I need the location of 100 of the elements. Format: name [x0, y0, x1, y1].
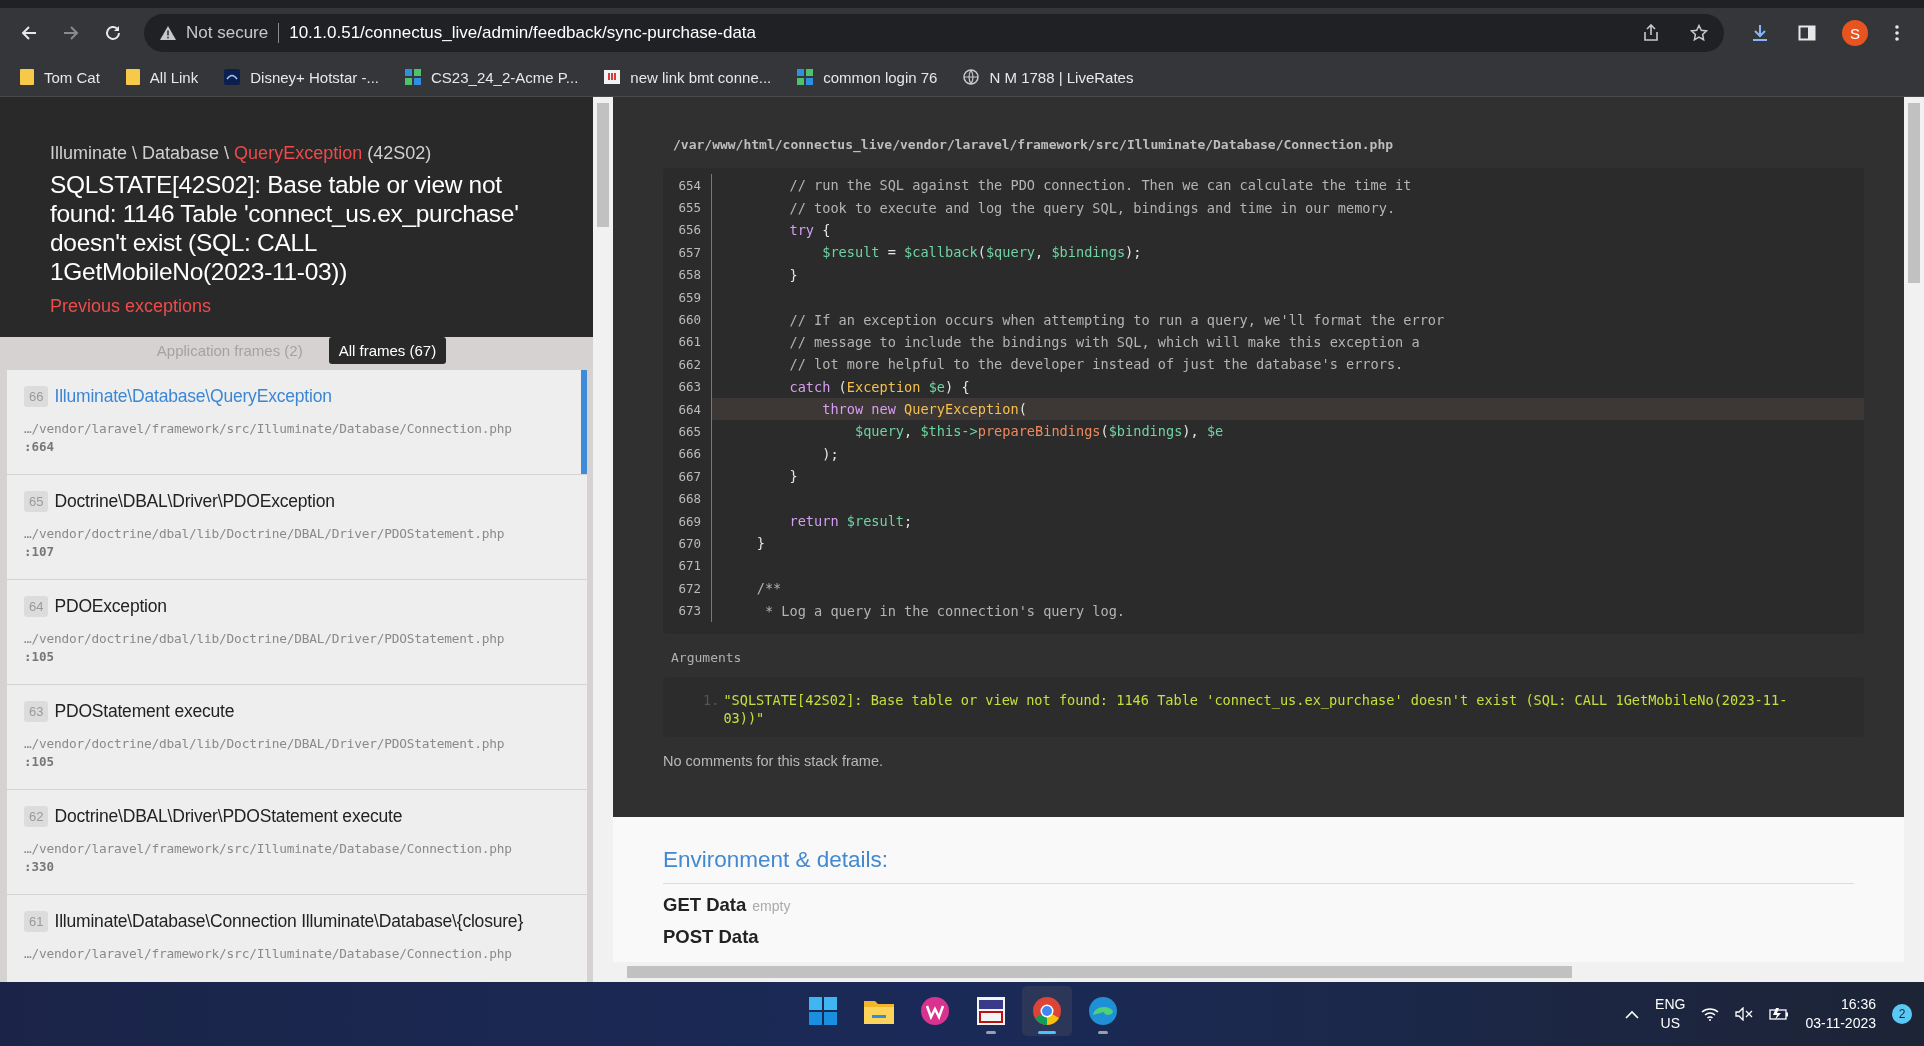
data-heading: GET Data — [663, 894, 747, 916]
share-icon[interactable] — [1642, 24, 1660, 42]
address-bar[interactable]: Not secure 10.1.0.51/connectus_live/admin/feedback/sync-purchase-data — [144, 14, 1724, 52]
frame-number: 66 — [24, 386, 49, 407]
download-icon[interactable] — [1750, 23, 1770, 43]
code-line: // took to execute and log the query SQL, bindings and time in our memory. — [788, 198, 1397, 218]
url-text: 10.1.0.51/connectus_live/admin/feedback/sync-purchase-data — [289, 23, 757, 43]
monitor-icon — [977, 997, 1005, 1025]
line-number: 656 — [663, 218, 712, 242]
bookmark[interactable]: All Link — [125, 68, 199, 86]
folder-icon — [20, 69, 34, 85]
clock-time[interactable]: 16:36 — [1840, 995, 1876, 1014]
line-number: 660 — [663, 308, 712, 331]
app-icon — [921, 997, 949, 1025]
code-line: } — [755, 534, 766, 554]
stack-frame[interactable]: 61 Illuminate\Database\Connection Illuminate\Database\{closure} …/vendor/laravel/framework/src/Illuminate/Database/Connection.php — [7, 895, 587, 982]
line-number: 658 — [663, 263, 712, 286]
stack-frame[interactable]: 65 Doctrine\DBAL\Driver\PDOException …/vendor/doctrine/dbal/lib/Doctrine/DBAL/Driver/PDOStatement.php :107 — [7, 475, 587, 579]
reload-icon — [104, 24, 122, 42]
bookmark-label: All Link — [149, 68, 199, 86]
clock-date[interactable]: 03-11-2023 — [1805, 1014, 1876, 1033]
code-line: // lot more helpful to the developer instead of just the database's errors. — [788, 355, 1405, 375]
frame-line: :664 — [24, 439, 56, 454]
frame-line: :330 — [24, 859, 56, 874]
region-label[interactable]: US — [1660, 1014, 1680, 1033]
previous-exceptions-link[interactable]: Previous exceptions — [50, 296, 212, 317]
profile-avatar[interactable]: S — [1842, 20, 1868, 46]
line-number: 670 — [663, 532, 712, 555]
bookmark[interactable]: common login 76 — [797, 68, 938, 86]
bookmark[interactable]: Disney+ Hotstar -... — [224, 68, 379, 86]
line-number: 655 — [663, 196, 712, 219]
language-label[interactable]: ENG — [1655, 995, 1686, 1014]
bookmark[interactable]: N M 1788 | LiveRates — [963, 68, 1134, 86]
code-line: } — [788, 467, 799, 487]
chevron-up-icon[interactable] — [1625, 1009, 1640, 1019]
security-label: Not secure — [186, 23, 269, 43]
frame-line: :105 — [24, 649, 56, 664]
frame-number: 64 — [24, 596, 49, 617]
stack-frame[interactable]: 63 PDOStatement execute …/vendor/doctrine/dbal/lib/Doctrine/DBAL/Driver/PDOStatement.php :105 — [7, 685, 587, 789]
frame-class: Doctrine\DBAL\Driver\PDOStatement execute — [54, 806, 403, 827]
tile-icon — [224, 69, 241, 85]
code-line: catch (Exception $e) { — [788, 377, 971, 397]
mute-icon[interactable] — [1735, 1007, 1754, 1021]
line-number: 668 — [663, 487, 712, 510]
bookmark[interactable]: new link bmt conne... — [604, 68, 772, 86]
bookmark-label: common login 76 — [823, 68, 938, 86]
browser-icon — [1089, 997, 1117, 1025]
stack-frame[interactable]: 66 Illuminate\Database\QueryException …/vendor/laravel/framework/src/Illuminate/Database/Connection.php :664 — [7, 370, 587, 474]
code-line: // message to include the bindings with SQL, which will make this exception a — [788, 332, 1421, 352]
stack-frame[interactable]: 62 Doctrine\DBAL\Driver\PDOStatement execute …/vendor/laravel/framework/src/Illuminate/Database/Connection.php :330 — [7, 790, 587, 894]
code-line: $query, $this->prepareBindings($bindings), $e — [853, 422, 1225, 442]
code-line: ); — [821, 444, 840, 464]
star-icon[interactable] — [1690, 24, 1708, 42]
folder-icon — [864, 998, 894, 1024]
empty-note: empty — [752, 898, 791, 914]
taskbar-app[interactable] — [1022, 986, 1072, 1036]
sidebar-icon[interactable] — [1798, 24, 1816, 42]
line-number: 666 — [663, 442, 712, 466]
notification-badge[interactable]: 2 — [1892, 1004, 1912, 1024]
data-heading: POST Data — [663, 926, 759, 948]
frames-tab[interactable]: All frames (67) — [328, 337, 447, 364]
frame-number: 65 — [24, 491, 49, 512]
line-number: 672 — [663, 577, 712, 600]
frame-number: 63 — [24, 701, 49, 722]
frame-file: …/vendor/doctrine/dbal/lib/Doctrine/DBAL/Driver/PDOStatement.php — [24, 526, 506, 541]
line-number: 671 — [663, 554, 712, 578]
code-line: /** — [755, 579, 783, 599]
line-number: 669 — [663, 509, 712, 533]
bookmark[interactable]: Tom Cat — [20, 68, 100, 86]
warning-icon — [160, 26, 176, 40]
wifi-icon[interactable] — [1701, 1007, 1720, 1021]
bookmark-label: new link bmt conne... — [630, 68, 772, 86]
bookmark-label: Disney+ Hotstar -... — [250, 68, 379, 86]
code-line: $result = $callback($query, $bindings); — [821, 243, 1143, 263]
frame-line: :107 — [24, 544, 56, 559]
code-line: } — [788, 265, 799, 285]
back-icon — [20, 24, 38, 42]
menu-icon[interactable] — [1894, 24, 1900, 42]
code-line: // If an exception occurs when attempting to run a query, we'll format the error — [788, 310, 1446, 330]
file-path: /var/www/html/connectus_live/vendor/laravel/framework/src/Illuminate/Database/Connection.php — [673, 137, 1395, 152]
globe-icon — [963, 69, 980, 85]
exception-message: SQLSTATE[42S02]: Base table or view not found: 1146 Table 'connect_us.ex_purchase' doesn't exist (SQL: CALL 1GetMobileNo(2023-11-03)) — [50, 170, 520, 286]
frame-class: Illuminate\Database\Connection Illuminate\Database\{closure} — [54, 911, 524, 932]
frame-line: :105 — [24, 754, 56, 769]
frame-class: PDOException — [54, 596, 167, 617]
exception-namespace: Illuminate \ Database \ QueryException (42S02) — [50, 143, 433, 164]
argument-value: "SQLSTATE[42S02]: Base table or view not found: 1146 Table 'connect_us.ex_purchase' doesn't exist (SQL: CALL 1GetMobileNo(2023-11-03))" — [723, 691, 1789, 727]
frame-file: …/vendor/doctrine/dbal/lib/Doctrine/DBAL/Driver/PDOStatement.php — [24, 736, 506, 751]
frame-class: PDOStatement execute — [54, 701, 235, 722]
stack-frame[interactable]: 64 PDOException …/vendor/doctrine/dbal/lib/Doctrine/DBAL/Driver/PDOStatement.php :105 — [7, 580, 587, 684]
frame-class: Illuminate\Database\QueryException — [54, 386, 332, 407]
frame-file: …/vendor/laravel/framework/src/Illuminate/Database/Connection.php — [24, 946, 513, 961]
code-line: * Log a query in the connection's query log. — [763, 601, 1127, 621]
battery-icon[interactable] — [1769, 1007, 1790, 1021]
frame-file: …/vendor/doctrine/dbal/lib/Doctrine/DBAL/Driver/PDOStatement.php — [24, 631, 506, 646]
line-number: 659 — [663, 285, 712, 309]
line-number: 663 — [663, 375, 712, 398]
start-icon — [809, 997, 837, 1025]
bookmark-label: N M 1788 | LiveRates — [989, 68, 1134, 86]
frame-number: 62 — [24, 806, 49, 827]
